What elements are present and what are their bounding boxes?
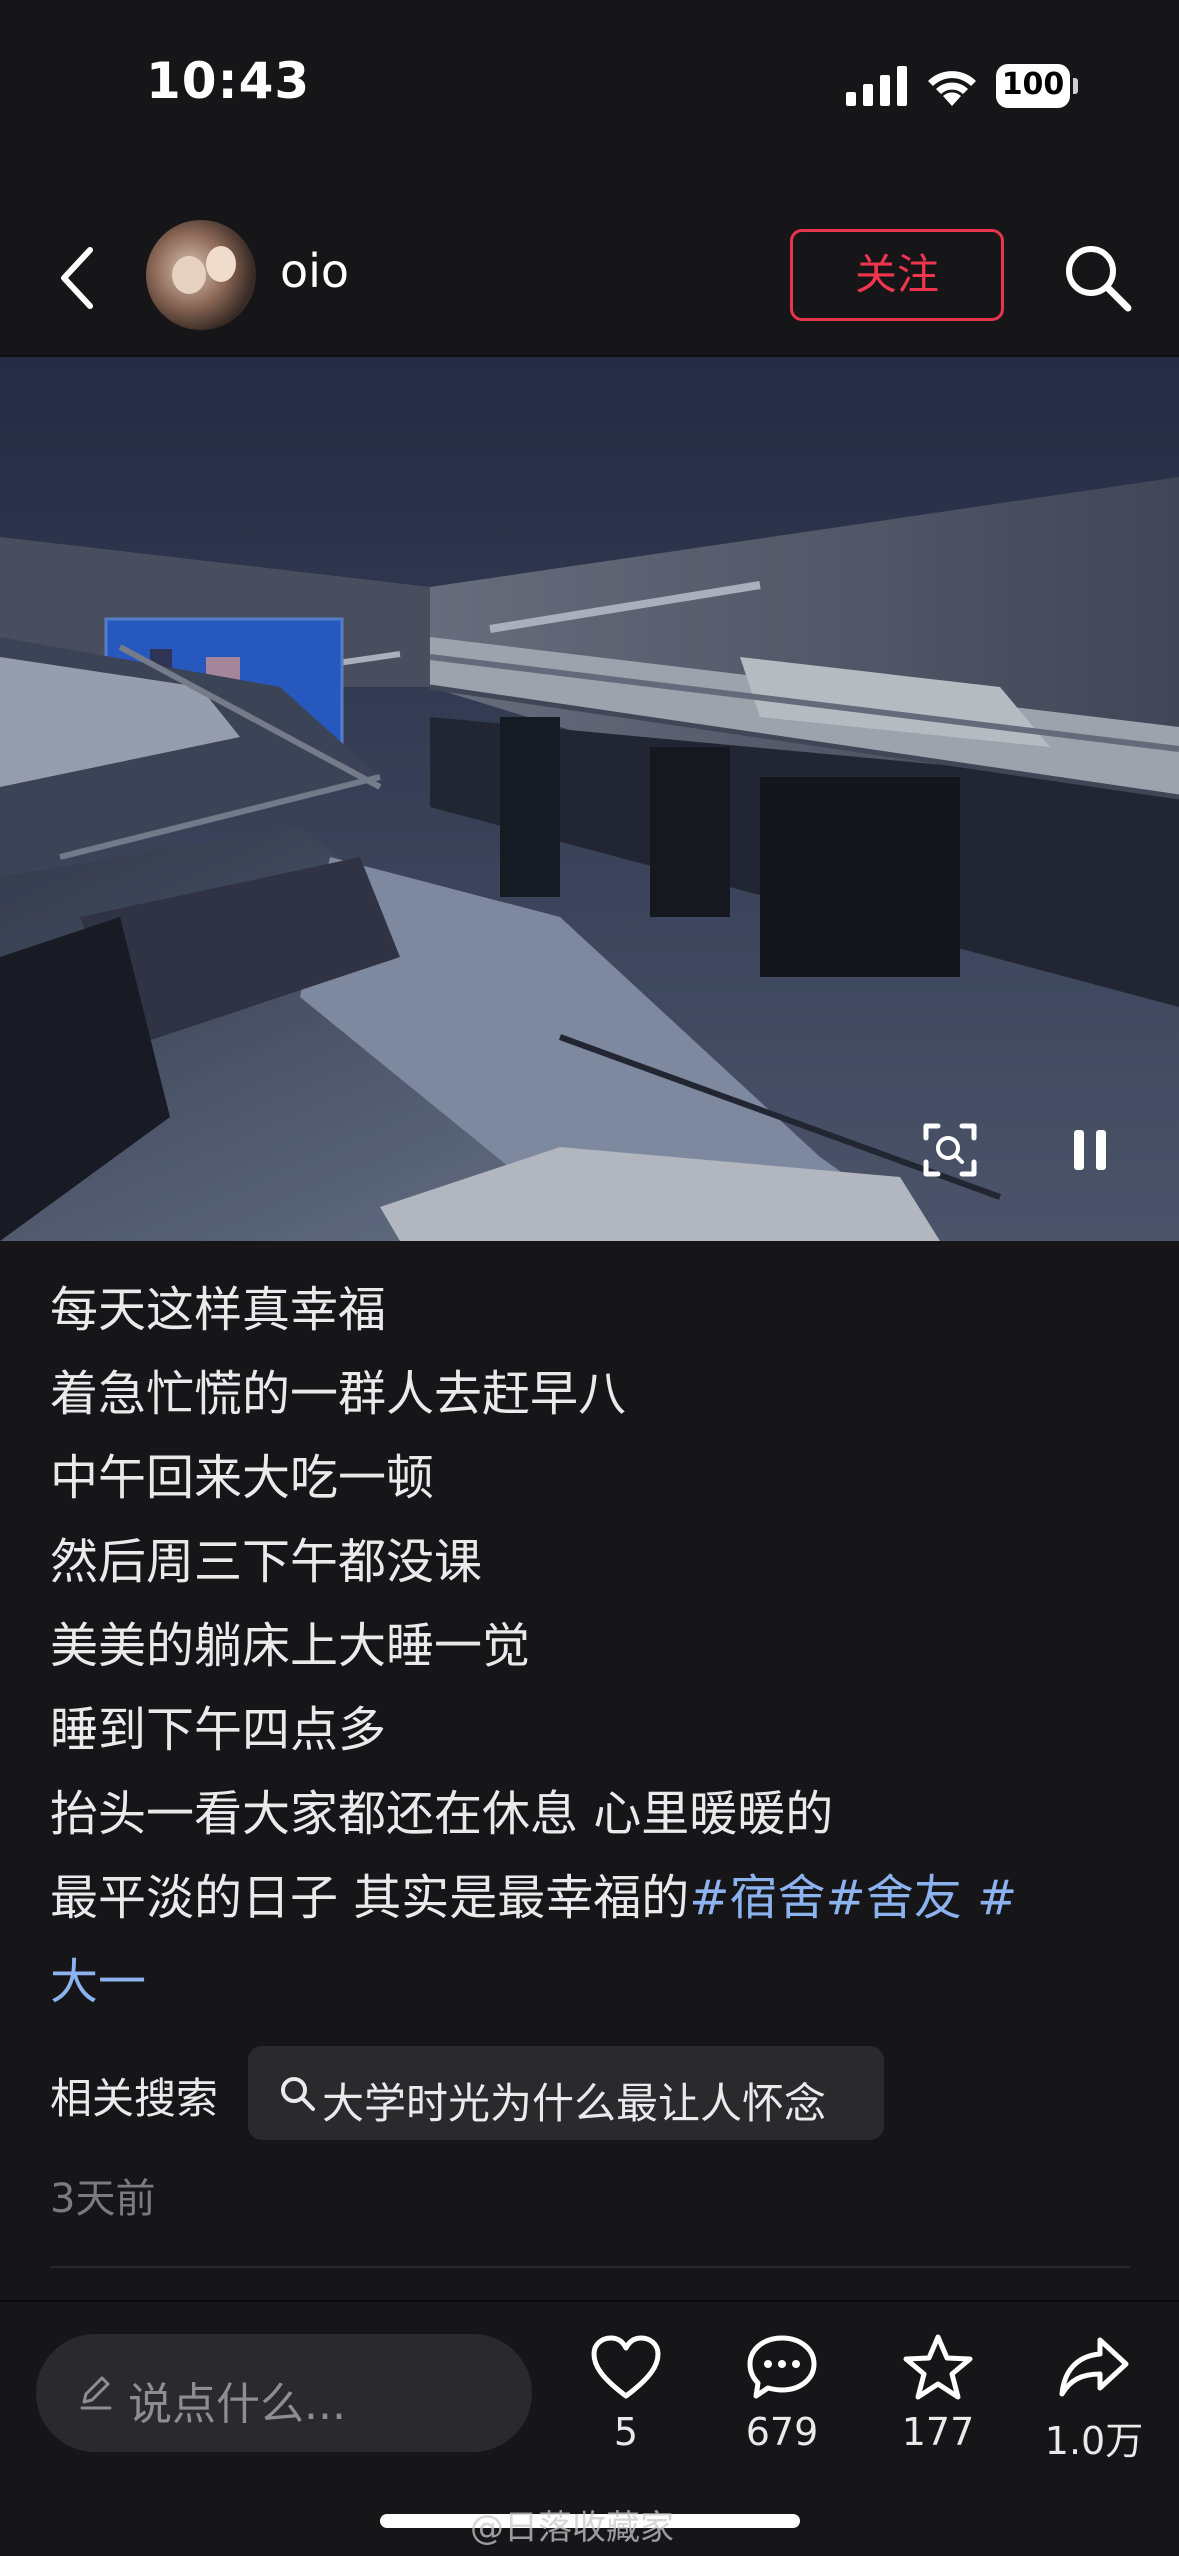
caption-line: 睡到下午四点多 <box>50 1702 387 1758</box>
caption-line: 着急忙慌的一群人去赶早八 <box>50 1366 627 1422</box>
caption-line-last: 最平淡的日子 其实是最幸福的#宿舍#舍友 # <box>50 1856 1150 1940</box>
comment-count: 679 <box>745 2410 819 2454</box>
search-icon <box>281 2077 315 2111</box>
star-icon <box>903 2334 973 2400</box>
favorite-count: 177 <box>901 2410 975 2454</box>
username[interactable]: oio <box>280 244 349 298</box>
hashtag-freshman-text[interactable]: 大一 <box>50 1954 146 2010</box>
battery-level: 100 <box>1001 67 1065 102</box>
comment-icon <box>747 2335 817 2399</box>
like-button[interactable]: 5 <box>556 2332 696 2462</box>
caption-line-hashtag: 大一 <box>50 1940 1150 2024</box>
caption-line: 中午回来大吃一顿 <box>50 1450 435 1506</box>
status-bar: 10:43 100 <box>0 0 1179 170</box>
comment-input[interactable]: 说点什么... <box>36 2334 532 2452</box>
battery-icon: 100 <box>996 64 1078 108</box>
scan-icon[interactable] <box>920 1120 980 1180</box>
back-icon[interactable] <box>50 240 106 316</box>
divider <box>50 2266 1130 2268</box>
share-button[interactable]: 1.0万 <box>1024 2332 1164 2463</box>
share-count: 1.0万 <box>1044 2419 1144 2463</box>
heart-icon <box>591 2335 661 2399</box>
related-search-query: 大学时光为什么最让人怀念 <box>322 2079 827 2128</box>
search-icon[interactable] <box>1060 240 1134 314</box>
dorm-room-image <box>0 357 1179 1241</box>
share-icon <box>1059 2337 1129 2397</box>
pencil-icon <box>80 2376 112 2410</box>
signal-icon <box>846 66 907 106</box>
divider <box>0 2300 1179 2302</box>
screen: 10:43 100 oio 关注 每天这样真幸福 着急忙慌的一群人去赶早八 中午… <box>0 0 1179 2556</box>
hashtag-freshman[interactable]: # <box>962 1870 1017 1926</box>
watermark: @日落收藏家 <box>470 2508 674 2548</box>
wifi-icon <box>928 71 976 106</box>
caption-line: 然后周三下午都没课 <box>50 1534 483 1590</box>
caption-line: 每天这样真幸福 <box>50 1282 387 1338</box>
favorite-button[interactable]: 177 <box>868 2332 1008 2462</box>
post-caption: 每天这样真幸福 着急忙慌的一群人去赶早八 中午回来大吃一顿 然后周三下午都没课 … <box>50 1268 1150 2024</box>
post-timestamp: 3天前 <box>50 2176 156 2222</box>
pause-icon[interactable] <box>1060 1120 1120 1180</box>
related-search-label: 相关搜索 <box>50 2074 219 2123</box>
avatar[interactable] <box>146 220 256 330</box>
hashtag-roommate[interactable]: #舍友 <box>826 1870 962 1926</box>
caption-line: 抬头一看大家都还在休息 心里暖暖的 <box>50 1786 834 1842</box>
follow-button[interactable]: 关注 <box>790 229 1004 321</box>
like-count: 5 <box>613 2410 639 2454</box>
caption-text: 最平淡的日子 其实是最幸福的 <box>50 1870 690 1926</box>
hashtag-dorm[interactable]: #宿舍 <box>689 1870 825 1926</box>
caption-line: 美美的躺床上大睡一觉 <box>50 1618 531 1674</box>
post-header: oio 关注 <box>0 200 1179 355</box>
related-search-chip[interactable]: 大学时光为什么最让人怀念 <box>248 2046 884 2140</box>
status-time: 10:43 <box>146 52 311 110</box>
comment-placeholder: 说点什么... <box>128 2379 346 2430</box>
post-photo[interactable] <box>0 357 1179 1241</box>
comment-button[interactable]: 679 <box>712 2332 852 2462</box>
